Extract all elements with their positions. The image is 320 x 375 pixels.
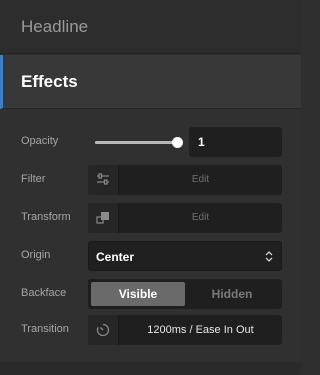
timer-icon [96,323,110,337]
transition-value: 1200ms / Ease In Out [147,324,254,336]
transform-row: Transform Edit [0,203,301,233]
backface-hidden-option[interactable]: Hidden [185,282,279,306]
transform-edit-label: Edit [191,212,210,223]
chevron-updown-icon [265,251,273,262]
origin-row: Origin Center [0,241,301,271]
transform-edit-button[interactable]: Edit [88,203,282,233]
section-effects-title: Effects [21,71,78,91]
opacity-slider-thumb[interactable] [172,137,183,148]
opacity-row: Opacity 1 [0,127,301,157]
section-effects[interactable]: Effects [0,55,301,109]
transition-icon-cell [88,315,119,345]
filter-icon-cell [88,165,119,195]
filter-row: Filter Edit [0,165,301,195]
backface-visible-option[interactable]: Visible [91,282,185,306]
panel-footer-strip [0,362,301,375]
opacity-input[interactable]: 1 [189,127,282,157]
transform-icon-cell [88,203,119,233]
origin-select-value: Center [96,250,135,264]
filter-edit-button[interactable]: Edit [88,165,282,195]
origin-select[interactable]: Center [88,241,282,271]
backface-row: Backface Visible Hidden [0,279,301,309]
opacity-slider[interactable] [95,137,183,148]
style-panel: Headline Effects Opacity 1 Filter Edit T… [0,0,301,375]
section-headline[interactable]: Headline [0,0,301,54]
opacity-slider-fill [95,141,177,144]
transition-edit-button[interactable]: 1200ms / Ease In Out [88,315,282,345]
origin-label: Origin [21,249,51,261]
transition-row: Transition 1200ms / Ease In Out [0,315,301,345]
filter-edit-label: Edit [191,174,210,185]
filter-label: Filter [21,173,46,185]
section-headline-title: Headline [21,16,89,36]
transform-label: Transform [21,211,71,223]
opacity-label: Opacity [21,135,59,147]
transition-label: Transition [21,323,69,335]
transform-icon [96,212,109,224]
backface-toggle: Visible Hidden [88,279,282,309]
backface-label: Backface [21,287,67,299]
sliders-icon [97,173,109,185]
